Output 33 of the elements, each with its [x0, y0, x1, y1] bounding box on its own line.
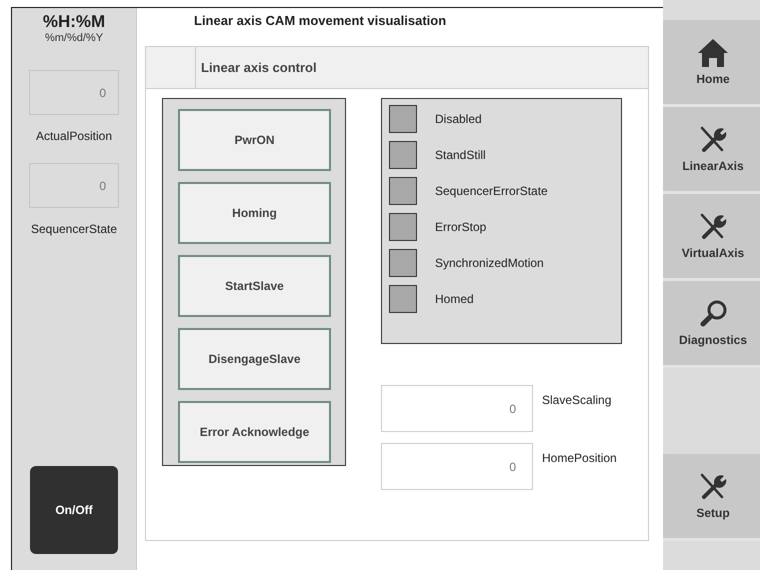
command-button[interactable]: Homing	[178, 182, 331, 244]
tools-icon	[698, 472, 728, 502]
tools-icon	[698, 212, 728, 242]
value-field: 0	[29, 163, 119, 208]
status-label: StandStill	[435, 148, 486, 162]
field-label: SequencerState	[30, 222, 118, 236]
nav-button[interactable]: Setup	[663, 454, 760, 541]
command-button[interactable]: Error Acknowledge	[178, 401, 331, 463]
status-label: SequencerErrorState	[435, 184, 548, 198]
home-icon	[697, 38, 729, 68]
clock-date: %m/%d/%Y	[44, 32, 104, 44]
input-field[interactable]: 0	[381, 443, 533, 490]
nav-button[interactable]: VirtualAxis	[663, 194, 760, 281]
status-label: ErrorStop	[435, 220, 486, 234]
page-title: Linear axis CAM movement visualisation	[194, 13, 448, 30]
nav-button[interactable]: LinearAxis	[663, 107, 760, 194]
tools-icon	[698, 125, 728, 155]
status-label: SynchronizedMotion	[435, 256, 544, 270]
field-label: ActualPosition	[36, 129, 112, 143]
value-field: 0	[29, 70, 119, 115]
command-button[interactable]: PwrON	[178, 109, 331, 171]
status-label: Homed	[435, 292, 474, 306]
search-icon	[698, 299, 728, 329]
field-label: SlaveScaling	[542, 393, 612, 407]
input-field[interactable]: 0	[381, 385, 533, 432]
field-label: HomePosition	[542, 451, 617, 465]
nav-button[interactable]: Diagnostics	[663, 281, 760, 368]
command-button[interactable]: StartSlave	[178, 255, 331, 317]
command-button[interactable]: DisengageSlave	[178, 328, 331, 390]
nav-button[interactable]: Home	[663, 20, 760, 107]
power-button[interactable]: On/Off	[30, 466, 118, 554]
clock-time: %H:%M	[42, 12, 106, 32]
status-label: Disabled	[435, 112, 482, 126]
